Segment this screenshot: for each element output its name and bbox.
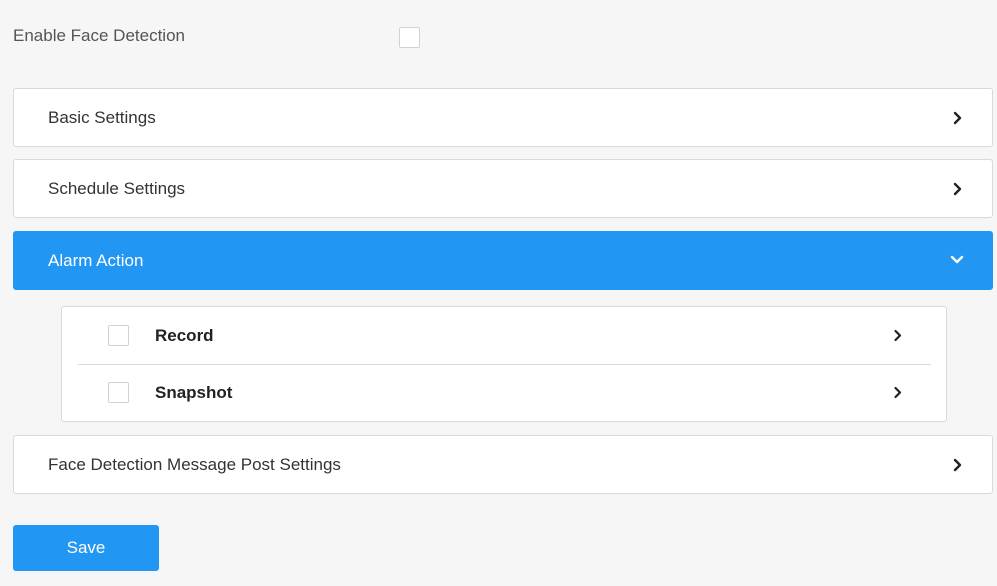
snapshot-option-row[interactable]: Snapshot — [78, 365, 931, 421]
schedule-settings-title: Schedule Settings — [48, 179, 186, 198]
chevron-right-icon — [894, 386, 902, 399]
record-label: Record — [155, 326, 214, 345]
chevron-right-icon — [953, 111, 962, 125]
chevron-right-icon — [894, 329, 902, 342]
record-option-row[interactable]: Record — [78, 308, 931, 365]
alarm-action-panel[interactable]: Alarm Action — [13, 231, 993, 290]
alarm-action-options: Record Snapshot — [61, 306, 947, 422]
enable-face-detection-checkbox[interactable] — [399, 27, 420, 48]
schedule-settings-panel[interactable]: Schedule Settings — [13, 159, 993, 218]
basic-settings-title: Basic Settings — [48, 108, 156, 127]
snapshot-checkbox[interactable] — [108, 382, 129, 403]
enable-face-detection-row: Enable Face Detection — [13, 20, 453, 56]
chevron-right-icon — [953, 458, 962, 472]
snapshot-label: Snapshot — [155, 383, 233, 402]
record-checkbox[interactable] — [108, 325, 129, 346]
face-detection-message-post-settings-panel[interactable]: Face Detection Message Post Settings — [13, 435, 993, 494]
chevron-down-icon — [950, 255, 964, 264]
basic-settings-panel[interactable]: Basic Settings — [13, 88, 993, 147]
enable-face-detection-label: Enable Face Detection — [13, 26, 185, 45]
face-detection-message-post-settings-title: Face Detection Message Post Settings — [48, 455, 341, 474]
alarm-action-title: Alarm Action — [48, 251, 144, 270]
save-button[interactable]: Save — [13, 525, 159, 571]
chevron-right-icon — [953, 182, 962, 196]
